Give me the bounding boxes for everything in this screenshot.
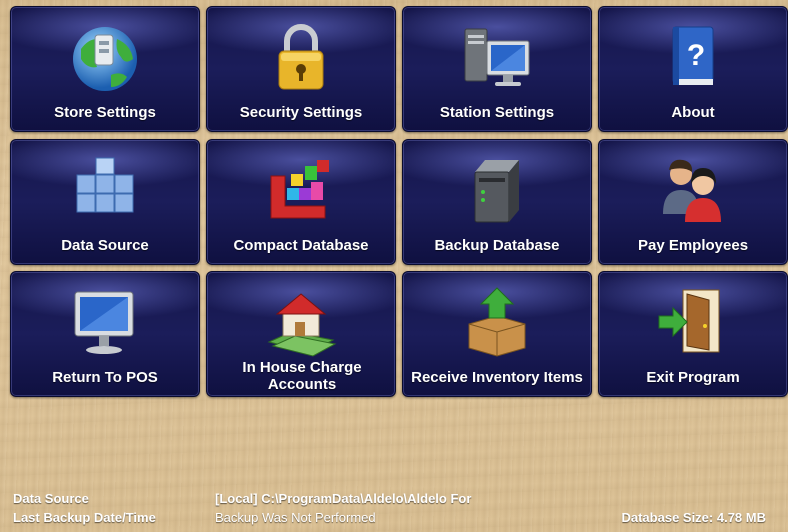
- computer-icon: [464, 28, 530, 86]
- backup-database-button[interactable]: Backup Database: [402, 139, 592, 265]
- tile-label: Data Source: [61, 237, 149, 254]
- station-settings-button[interactable]: Station Settings: [402, 6, 592, 132]
- tile-label: About: [671, 104, 715, 121]
- last-backup-label: Last Backup Date/Time: [13, 510, 156, 525]
- tile-label: Pay Employees: [637, 237, 749, 254]
- database-size: Database Size: 4.78 MB: [621, 510, 766, 525]
- receive-inventory-items-button[interactable]: Receive Inventory Items: [402, 271, 592, 397]
- compact-database-button[interactable]: Compact Database: [206, 139, 396, 265]
- tile-label: Receive Inventory Items: [411, 369, 583, 386]
- padlock-icon: [278, 24, 324, 90]
- box-arrow-icon: [468, 287, 526, 357]
- tile-label: Security Settings: [239, 104, 363, 121]
- tile-label: Compact Database: [233, 237, 369, 254]
- pay-employees-button[interactable]: Pay Employees: [598, 139, 788, 265]
- tile-label: In House Charge Accounts: [242, 359, 362, 393]
- exit-door-icon: [658, 289, 720, 353]
- globe-icon: [73, 27, 137, 91]
- return-to-pos-button[interactable]: Return To POS: [10, 271, 200, 397]
- tile-label: Backup Database: [434, 237, 560, 254]
- people-icon: [663, 159, 721, 222]
- exit-program-button[interactable]: Exit Program: [598, 271, 788, 397]
- data-source-value: [Local] C:\ProgramData\Aldelo\Aldelo For: [215, 491, 472, 506]
- data-source-label: Data Source: [13, 491, 89, 506]
- about-button[interactable]: ? About: [598, 6, 788, 132]
- last-backup-value: Backup Was Not Performed: [215, 510, 376, 525]
- server-icon: [474, 160, 519, 223]
- tile-label: Exit Program: [646, 369, 740, 386]
- blocks-icon: [270, 160, 329, 219]
- tile-label: Station Settings: [439, 104, 555, 121]
- security-settings-button[interactable]: Security Settings: [206, 6, 396, 132]
- help-book-icon: ?: [672, 26, 714, 85]
- tile-label: Return To POS: [52, 369, 158, 386]
- monitor-icon: [74, 291, 134, 354]
- data-source-button[interactable]: Data Source: [10, 139, 200, 265]
- cubes-icon: [76, 157, 134, 213]
- store-settings-button[interactable]: Store Settings: [10, 6, 200, 132]
- in-house-charge-accounts-button[interactable]: In House Charge Accounts: [206, 271, 396, 397]
- svg-text:?: ?: [687, 39, 705, 72]
- tile-label: Store Settings: [54, 104, 156, 121]
- house-money-icon: [267, 293, 337, 357]
